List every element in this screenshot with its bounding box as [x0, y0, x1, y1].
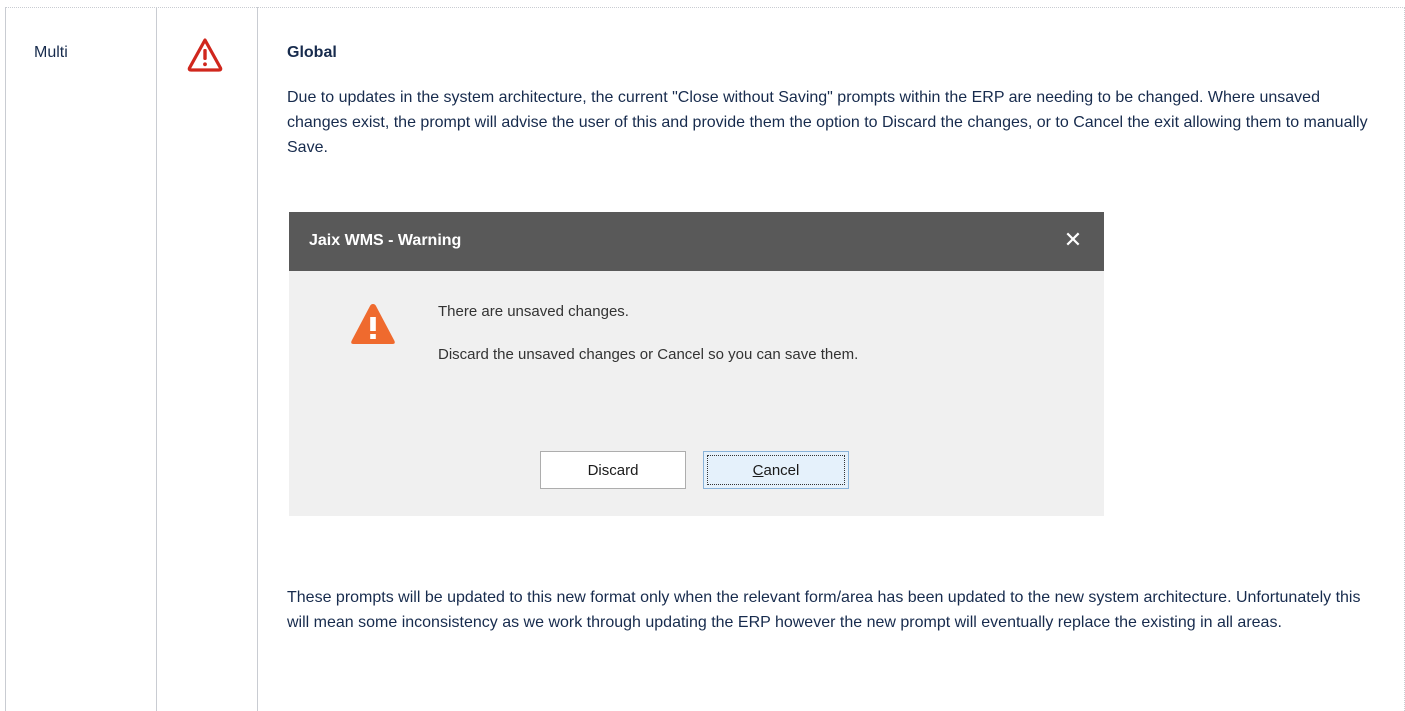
discard-button-label: Discard [587, 461, 639, 479]
release-notes-table-row: Multi Global Due to updates in the syste… [0, 0, 1405, 711]
description-paragraph: These prompts will be updated to this ne… [287, 589, 1361, 631]
type-cell: Multi [34, 44, 68, 61]
dialog-body: There are unsaved changes. Discard the u… [289, 271, 1104, 516]
cancel-button[interactable]: Cancel [703, 451, 849, 489]
warning-triangle-filled-icon [351, 304, 395, 344]
discard-button[interactable]: Discard [540, 451, 686, 489]
column-divider [5, 7, 6, 711]
warning-triangle-outline-icon [187, 38, 223, 72]
dialog-message: Discard the unsaved changes or Cancel so… [438, 346, 859, 363]
dialog-message: There are unsaved changes. [438, 303, 629, 320]
description-paragraph: Due to updates in the system architectur… [287, 89, 1368, 156]
column-divider [257, 7, 258, 711]
dialog-title: Jaix WMS - Warning [309, 232, 462, 249]
table-top-border [6, 7, 1405, 8]
dialog-titlebar: Jaix WMS - Warning ✕ [289, 212, 1104, 271]
close-icon[interactable]: ✕ [1060, 227, 1086, 253]
section-heading: Global [287, 44, 337, 61]
focus-ring [707, 455, 845, 485]
column-divider [156, 7, 157, 711]
warning-dialog-screenshot: Jaix WMS - Warning ✕ There are unsaved c… [289, 212, 1104, 516]
